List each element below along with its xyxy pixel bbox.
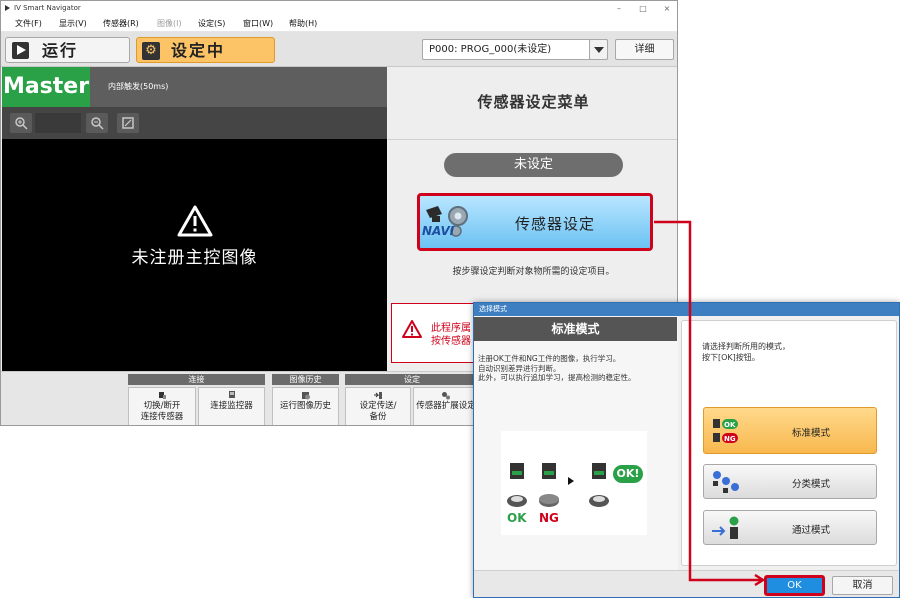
settings-menu-title: 传感器设定菜单 — [477, 93, 590, 111]
chevron-down-icon[interactable] — [589, 39, 608, 60]
warning-text: 此程序属 按传感器 — [431, 322, 471, 348]
switch-sensor-button[interactable]: 切换/断开 连接传感器 — [128, 387, 196, 425]
menu-window[interactable]: 窗口(W) — [243, 16, 273, 32]
group-history-header: 图像历史 — [272, 374, 339, 385]
mode-illustration: OK! OK NG — [501, 431, 647, 535]
menu-view[interactable]: 显示(V) — [59, 16, 87, 32]
classification-mode-label: 分类模式 — [791, 479, 830, 490]
sensor-connect-icon — [159, 392, 166, 399]
sensor-result-icon — [589, 463, 609, 507]
connect-monitor-label: 连接监控器 — [210, 401, 253, 411]
pass-mode-label: 通过模式 — [791, 525, 830, 536]
group-setting-header: 设定 — [345, 374, 479, 385]
dialog-footer: OK 取消 — [474, 570, 899, 597]
arrow-right-icon — [568, 477, 574, 485]
maximize-button[interactable]: □ — [633, 1, 653, 16]
menu-bar: 文件(F) 显示(V) 传感器(R) 图像(I) 设定(S) 窗口(W) 帮助(… — [1, 16, 677, 32]
dialog-instruction-line-1: 请选择判断所用的模式， — [702, 342, 790, 351]
app-icon — [5, 5, 10, 11]
master-bar: Master 内部触发(50ms) — [2, 67, 387, 107]
zoom-out-button[interactable] — [86, 113, 108, 133]
master-badge: Master — [2, 67, 90, 107]
program-select[interactable]: P000: PROG_000(未设定) — [422, 39, 608, 60]
warning-icon — [402, 320, 422, 338]
pass-mode-option[interactable]: 通过模式 — [703, 510, 877, 545]
navi-label: NAVI — [422, 224, 455, 238]
sensor-setting-button[interactable]: NAVI 传感器设定 — [417, 193, 653, 251]
gears-icon — [442, 392, 450, 400]
menu-file[interactable]: 文件(F) — [15, 16, 42, 32]
menu-image[interactable]: 图像(I) — [157, 16, 182, 32]
gear-icon: ⚙ — [142, 42, 160, 60]
image-view[interactable]: 未注册主控图像 — [2, 139, 387, 371]
classification-mode-option[interactable]: 分类模式 — [703, 464, 877, 499]
run-label: 运行 — [42, 41, 79, 60]
dialog-instruction: 请选择判断所用的模式， 按下[OK]按钮。 — [702, 341, 790, 363]
window-title: IV Smart Navigator — [14, 4, 81, 12]
menu-settings[interactable]: 设定(S) — [198, 16, 225, 32]
divider — [388, 139, 677, 140]
detail-button[interactable]: 详细 — [615, 39, 674, 60]
switch-sensor-label-1: 切换/断开 — [143, 401, 181, 411]
transfer-backup-button[interactable]: 设定传送/ 备份 — [345, 387, 411, 425]
mode-title: 标准模式 — [474, 317, 677, 341]
sensor-setting-description: 按步骤设定判断对象物所需的设定项目。 — [452, 267, 615, 277]
fit-view-button[interactable] — [117, 113, 139, 133]
menu-help[interactable]: 帮助(H) — [289, 16, 317, 32]
zoom-bar — [2, 107, 387, 139]
mode-options-pane: 请选择判断所用的模式， 按下[OK]按钮。 OK NG 标准模式 分类模式 通过… — [681, 320, 897, 566]
transfer-icon — [374, 392, 382, 399]
play-icon — [12, 42, 29, 59]
no-image-text: 未注册主控图像 — [131, 248, 258, 268]
dialog-instruction-line-2: 按下[OK]按钮。 — [702, 353, 760, 362]
sensor-ok-icon — [507, 463, 527, 507]
ok-label: OK — [507, 511, 527, 525]
standard-mode-label: 标准模式 — [791, 428, 830, 439]
ok-result-badge: OK! — [613, 465, 643, 483]
sensor-setting-label: 传感器设定 — [515, 215, 596, 233]
mode-description-line-1: 注册OK工件和NG工件的图像，执行学习。 — [478, 354, 621, 363]
zoom-out-icon — [91, 117, 104, 130]
warning-line-2: 按传感器 — [431, 336, 471, 347]
mode-description: 注册OK工件和NG工件的图像，执行学习。 自动识别差异进行判断。 此外，可以执行… — [478, 354, 674, 383]
image-history-button[interactable]: 运行图像历史 — [272, 387, 339, 425]
switch-sensor-label-2: 连接传感器 — [140, 412, 184, 422]
monitor-icon — [228, 391, 235, 398]
ng-label: NG — [539, 511, 559, 525]
transfer-backup-label-2: 备份 — [369, 412, 387, 422]
close-button[interactable]: × — [657, 1, 677, 16]
fit-view-icon — [122, 117, 134, 129]
transfer-backup-label-1: 设定传送/ — [359, 401, 397, 411]
sensor-ng-icon — [539, 463, 559, 507]
sensor-extended-setting-button[interactable]: 传感器扩展设定 — [413, 387, 479, 425]
warning-line-1: 此程序属 — [431, 323, 471, 334]
zoom-in-button[interactable] — [10, 113, 32, 133]
mode-description-line-3: 此外，可以执行追加学习，提高检测的稳定性。 — [478, 373, 636, 382]
group-connect-header: 连接 — [128, 374, 265, 385]
mode-description-pane: 标准模式 注册OK工件和NG工件的图像，执行学习。 自动识别差异进行判断。 此外… — [474, 316, 678, 570]
menu-sensor[interactable]: 传感器(R) — [103, 16, 139, 32]
zoom-field[interactable] — [35, 113, 81, 133]
title-bar: IV Smart Navigator – □ × — [1, 1, 677, 16]
dialog-title: 选择模式 — [474, 303, 899, 316]
history-icon — [301, 392, 310, 400]
sensor-extended-setting-label: 传感器扩展设定 — [416, 401, 476, 411]
mode-description-line-2: 自动识别差异进行判断。 — [478, 363, 561, 373]
cancel-button[interactable]: 取消 — [832, 576, 893, 595]
zoom-in-icon — [15, 117, 28, 130]
ok-button[interactable]: OK — [764, 575, 825, 596]
connect-monitor-button[interactable]: 连接监控器 — [198, 387, 265, 425]
setting-mode-button[interactable]: ⚙ 设定中 — [136, 37, 275, 63]
minimize-button[interactable]: – — [609, 1, 629, 16]
trigger-label: 内部触发(50ms) — [108, 82, 169, 91]
image-history-label: 运行图像历史 — [279, 401, 331, 411]
warning-icon — [177, 205, 213, 237]
status-badge: 未设定 — [444, 153, 623, 177]
standard-mode-option[interactable]: OK NG 标准模式 — [703, 407, 877, 454]
setting-mode-label: 设定中 — [171, 41, 226, 60]
run-button[interactable]: 运行 — [5, 37, 130, 63]
mode-select-dialog: 选择模式 标准模式 注册OK工件和NG工件的图像，执行学习。 自动识别差异进行判… — [473, 302, 900, 598]
